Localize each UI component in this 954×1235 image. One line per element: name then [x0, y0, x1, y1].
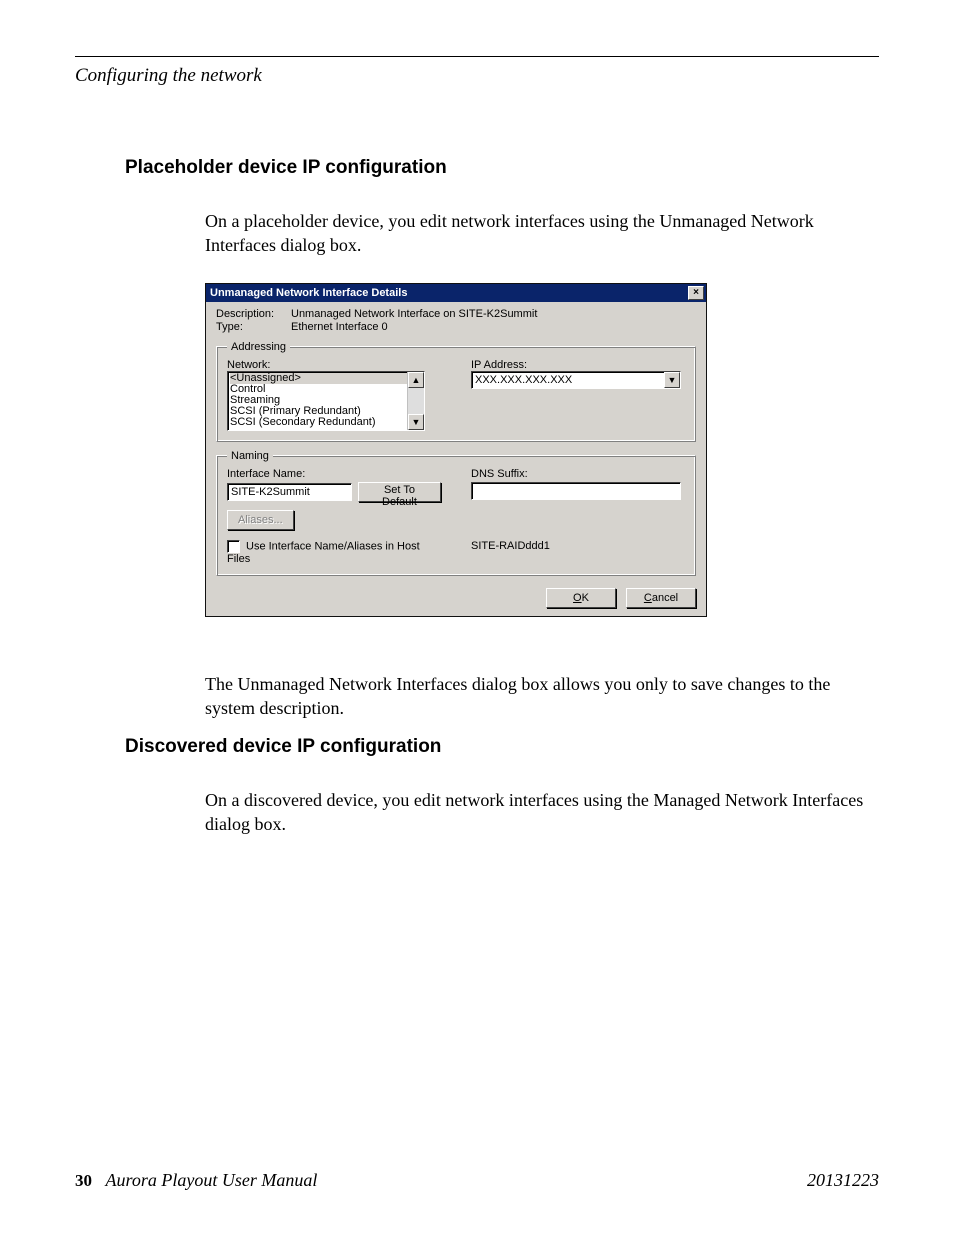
page-footer: 30 Aurora Playout User Manual 20131223 — [75, 1170, 879, 1191]
section1-outro: The Unmanaged Network Interfaces dialog … — [205, 672, 879, 721]
naming-right-text: SITE-RAIDddd1 — [471, 540, 685, 552]
use-hostfiles-label: Use Interface Name/Aliases in Host Files — [227, 540, 420, 565]
addressing-legend: Addressing — [227, 341, 290, 353]
ip-address-combo[interactable]: XXX.XXX.XXX.XXX ▼ — [471, 371, 681, 389]
manual-title: Aurora Playout User Manual — [106, 1170, 318, 1190]
type-value: Ethernet Interface 0 — [291, 321, 388, 333]
section1-intro: On a placeholder device, you edit networ… — [205, 209, 879, 258]
addressing-fieldset: Addressing Network: <Unassigned> Control… — [216, 341, 696, 442]
list-item[interactable]: SCSI (Primary Redundant) — [230, 406, 422, 417]
footer-date: 20131223 — [807, 1170, 879, 1191]
section1-heading: Placeholder device IP configuration — [125, 157, 879, 179]
description-label: Description: — [216, 308, 291, 320]
list-item[interactable]: Streaming — [230, 395, 422, 406]
use-hostfiles-checkbox[interactable] — [227, 540, 240, 553]
interface-name-label: Interface Name: — [227, 468, 441, 480]
page-number: 30 — [75, 1171, 92, 1190]
dns-suffix-label: DNS Suffix: — [471, 468, 685, 480]
network-listbox[interactable]: <Unassigned> Control Streaming SCSI (Pri… — [227, 371, 425, 431]
section2-heading: Discovered device IP configuration — [125, 736, 879, 758]
interface-name-input[interactable]: SITE-K2Summit — [227, 483, 352, 501]
description-value: Unmanaged Network Interface on SITE-K2Su… — [291, 308, 537, 320]
list-item[interactable]: SCSI (Secondary Redundant) — [230, 417, 422, 428]
aliases-button[interactable]: Aliases... — [227, 510, 294, 530]
list-item[interactable]: <Unassigned> — [230, 373, 422, 384]
set-to-default-button[interactable]: Set To Default — [358, 482, 441, 502]
running-header: Configuring the network — [75, 65, 879, 87]
type-label: Type: — [216, 321, 291, 333]
ok-button[interactable]: OK — [546, 588, 616, 608]
cancel-button[interactable]: Cancel — [626, 588, 696, 608]
dns-suffix-input[interactable] — [471, 482, 681, 500]
close-icon[interactable]: × — [688, 286, 704, 300]
network-label: Network: — [227, 359, 441, 371]
list-item[interactable]: Control — [230, 384, 422, 395]
unmanaged-network-interface-dialog: Unmanaged Network Interface Details × De… — [205, 283, 707, 617]
ip-address-label: IP Address: — [471, 359, 685, 371]
dialog-titlebar: Unmanaged Network Interface Details × — [206, 284, 706, 302]
chevron-down-icon[interactable]: ▼ — [664, 372, 680, 388]
section2-intro: On a discovered device, you edit network… — [205, 788, 879, 837]
scroll-down-icon[interactable]: ▼ — [408, 414, 424, 430]
dialog-title: Unmanaged Network Interface Details — [210, 284, 407, 302]
scrollbar[interactable]: ▲ ▼ — [407, 372, 424, 430]
ip-address-value[interactable]: XXX.XXX.XXX.XXX — [471, 371, 681, 389]
naming-legend: Naming — [227, 450, 273, 462]
naming-fieldset: Naming Interface Name: SITE-K2Summit Set… — [216, 450, 696, 576]
scroll-up-icon[interactable]: ▲ — [408, 372, 424, 388]
